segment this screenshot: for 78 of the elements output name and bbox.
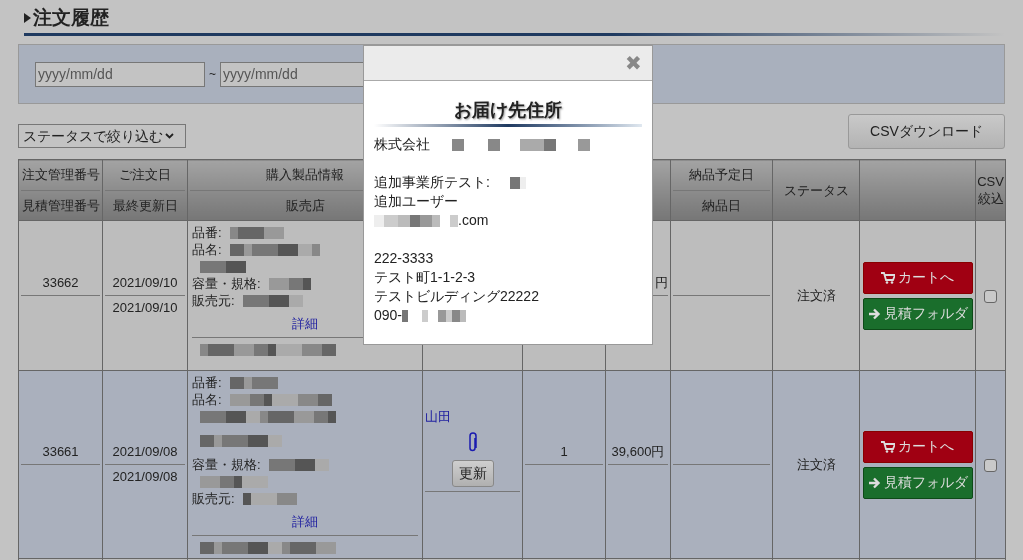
- range-separator: ~: [209, 66, 216, 83]
- cart-icon: [881, 271, 895, 284]
- field-label: 販売元:: [192, 293, 235, 309]
- address-line: テストビルディング22222: [374, 287, 539, 306]
- quantity-text: 1: [560, 444, 568, 459]
- status-text: 注文済: [796, 287, 836, 303]
- chevron-icon: [165, 133, 174, 139]
- redacted-text: [229, 377, 278, 389]
- address-line: テスト町1-1-2-3: [374, 268, 476, 287]
- add-to-cart-button[interactable]: カートへ: [862, 261, 973, 294]
- estimate-folder-button[interactable]: 見積フォルダ: [862, 297, 973, 330]
- redacted-text: [200, 476, 268, 488]
- page-title: 注文履歴: [33, 6, 109, 30]
- redacted-text: [268, 459, 329, 471]
- redacted-text: [578, 138, 590, 151]
- column-header: 販売店: [285, 198, 325, 213]
- column-header: 見積管理番号: [21, 198, 100, 213]
- date-text: 2021/09/08: [112, 444, 178, 459]
- field-label: 容量・規格:: [192, 276, 261, 292]
- dialog-title: お届け先住所: [453, 99, 563, 121]
- cart-icon: [881, 440, 895, 453]
- date-from-field[interactable]: yyyy/mm/dd: [35, 61, 205, 87]
- paperclip-icon[interactable]: [467, 431, 478, 454]
- address-line: 090-: [374, 306, 403, 325]
- field-label: 品名:: [192, 242, 222, 258]
- address-line: 追加ユーザー: [374, 192, 458, 211]
- address-line: 222-3333: [374, 249, 434, 268]
- redacted-text: [268, 278, 311, 290]
- date-text: 2021/09/10: [112, 300, 178, 315]
- column-header: ステータス: [782, 181, 850, 199]
- redacted-text: [452, 138, 464, 151]
- update-button[interactable]: 更新: [451, 459, 494, 487]
- column-header: 納品日: [702, 198, 741, 213]
- redacted-text: [242, 295, 303, 307]
- status-text: 注文済: [796, 456, 836, 472]
- column-header: CSV 絞込: [976, 173, 1005, 207]
- address-line: .com: [458, 211, 489, 230]
- field-label: 品番:: [192, 375, 222, 391]
- redacted-text: [242, 493, 297, 505]
- date-text: 2021/09/08: [112, 469, 178, 484]
- field-label: 品番:: [192, 225, 222, 241]
- field-label: 容量・規格:: [192, 457, 261, 473]
- csv-download-button[interactable]: CSVダウンロード: [848, 114, 1005, 149]
- address-line: 追加事業所テスト:: [374, 173, 490, 192]
- price-text: 円: [655, 275, 668, 290]
- arrow-icon: [867, 307, 881, 320]
- triangle-icon: [24, 13, 31, 23]
- date-text: 2021/09/10: [112, 275, 178, 290]
- status-filter-dropdown[interactable]: ステータスで絞り込む: [18, 124, 186, 148]
- redacted-text: [438, 309, 467, 322]
- csv-checkbox[interactable]: [984, 458, 997, 472]
- details-link[interactable]: 詳細: [292, 514, 318, 529]
- column-header: 注文管理番号: [21, 167, 100, 182]
- csv-checkbox[interactable]: [984, 289, 997, 303]
- estimate-folder-button[interactable]: 見積フォルダ: [862, 466, 973, 499]
- column-header: 最終更新日: [112, 198, 178, 213]
- order-number: 33661: [42, 444, 79, 459]
- details-link[interactable]: 詳細: [292, 316, 318, 331]
- add-to-cart-button[interactable]: カートへ: [862, 430, 973, 463]
- field-label: 販売元:: [192, 491, 235, 507]
- redacted-text: [200, 261, 246, 273]
- redacted-text: [374, 214, 440, 227]
- arrow-icon: [867, 476, 881, 489]
- redacted-text: [450, 214, 458, 227]
- redacted-text: [422, 309, 429, 322]
- redacted-text: [229, 227, 284, 239]
- column-header: 購入製品情報: [266, 167, 344, 182]
- person-name: 山田: [424, 407, 452, 426]
- field-label: 品名:: [192, 392, 222, 408]
- redacted-text: [509, 176, 526, 189]
- redacted-text: [520, 138, 556, 151]
- order-number: 33662: [42, 275, 79, 290]
- price-text: 39,600円: [611, 444, 665, 459]
- redacted-text: [402, 309, 409, 322]
- column-header: 納品予定日: [689, 167, 754, 182]
- address-line: 株式会社: [374, 135, 430, 154]
- column-header: ご注文日: [119, 167, 171, 182]
- redacted-text: [488, 138, 500, 151]
